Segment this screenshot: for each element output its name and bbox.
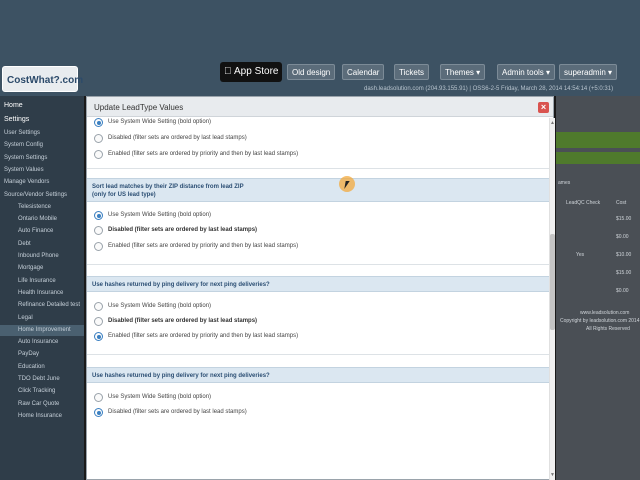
radio-button[interactable] [94,302,103,311]
section-label: Sort lead matches by their ZIP distance … [92,184,244,190]
divider [87,264,549,265]
green-bar-2 [556,152,640,164]
section-header-ping-hashes-2: Use hashes returned by ping delivery for… [87,367,549,383]
radio-button[interactable] [94,118,103,127]
sidebar-item[interactable]: System Settings [0,153,84,164]
sidebar-item[interactable]: Education [0,362,84,373]
option-label: Use System Wide Setting (bold option) [108,303,212,309]
sidebar-item[interactable]: Home [0,100,84,111]
divider [87,168,549,169]
cost-cell: $0.00 [616,288,629,294]
cost-cell: $0.00 [616,234,629,240]
section-label: Use hashes returned by ping delivery for… [92,373,270,379]
sidebar-item[interactable]: Raw Car Quote [0,399,84,410]
sidebar-item[interactable]: System Config [0,140,84,151]
apple-icon:  [224,66,232,77]
radio-button[interactable] [94,317,103,326]
admin-tools-button[interactable]: Admin tools ▾ [497,64,556,80]
sidebar-item[interactable]: System Values [0,165,84,176]
sidebar-item[interactable]: Click Tracking [0,386,84,397]
option-label: Disabled (filter sets are ordered by las… [108,409,247,415]
cost-cell: $15.00 [616,270,632,276]
option-label: Use System Wide Setting (bold option) [108,212,212,218]
sidebar-item[interactable]: Health Insurance [0,288,84,299]
sidebar-item[interactable]: Manage Vendors [0,177,84,188]
option-label: Disabled (filter sets are ordered by las… [108,318,258,324]
radio-button[interactable] [94,134,103,143]
option-label: Use System Wide Setting (bold option) [108,394,212,400]
sidebar-item[interactable]: User Settings [0,128,84,139]
tickets-button[interactable]: Tickets [394,64,430,80]
leadqc-header: LeadQC Check [566,200,601,206]
modal-header: Update LeadType Values × [87,97,553,117]
divider [87,354,549,355]
cost-header: Cost [616,200,627,206]
option-label: Enabled (filter sets are ordered by prio… [108,333,299,339]
cost-cell: $15.00 [616,216,632,222]
tab-label: ames [558,180,571,186]
radio-button[interactable] [94,332,103,341]
old-design-button[interactable]: Old design [287,64,336,80]
top-bar: CostWhat?.com App Store Old design Cale… [0,0,640,96]
radio-button[interactable] [94,393,103,402]
sidebar-item[interactable]: Home Improvement [0,324,84,336]
sidebar-item[interactable]: Settings [0,114,84,125]
app-store-button[interactable]: App Store [220,62,282,82]
sidebar-item[interactable]: Telesistence [0,202,84,213]
yes-cell: Yes [576,252,585,258]
modal-title: Update LeadType Values [94,103,184,112]
sidebar-item[interactable]: Legal [0,313,84,324]
option-label: Enabled (filter sets are ordered by prio… [108,151,299,157]
right-pane: ames LeadQC Check Cost $15.00 $0.00 Yes … [556,96,640,480]
green-bar [556,132,640,148]
cost-cell: $10.00 [616,252,632,258]
footer-line: Copyright by leadsolution.com 2014 [560,318,640,324]
footer-line: All Rights Reserved [586,326,630,332]
sidebar-item[interactable]: Life Insurance [0,276,84,287]
sidebar-item[interactable]: Source/Vendor Settings [0,190,84,201]
radio-button[interactable] [94,226,103,235]
section-header-ping-hashes: Use hashes returned by ping delivery for… [87,276,549,292]
option-label: Use System Wide Setting (bold option) [108,119,212,125]
option-label: Enabled (filter sets are ordered by prio… [108,243,299,249]
radio-button[interactable] [94,211,103,220]
calendar-button[interactable]: Calendar [342,64,385,80]
sidebar-item[interactable]: Auto Insurance [0,337,84,348]
sidebar-item[interactable]: TDO Debt June [0,374,84,385]
radio-button[interactable] [94,408,103,417]
section-sublabel: (only for US lead type) [92,192,156,198]
sidebar-item[interactable]: Mortgage [0,263,84,274]
sidebar-item[interactable]: Debt [0,239,84,250]
radio-button[interactable] [94,242,103,251]
sidebar-item[interactable]: Inbound Phone [0,251,84,262]
section-label: Use hashes returned by ping delivery for… [92,282,270,288]
scroll-up-icon[interactable]: ▲ [550,120,555,126]
logo[interactable]: CostWhat?.com [2,66,83,92]
server-info: dash.leadsolution.com (204.93.155.91) | … [364,86,614,92]
section-header-zip-sort: Sort lead matches by their ZIP distance … [87,178,549,202]
sidebar-item[interactable]: Refinance Detailed test [0,300,84,311]
sidebar-item[interactable]: Home Insurance [0,411,84,422]
update-leadtype-modal: Update LeadType Values × Use System Wide… [86,96,555,480]
option-label: Disabled (filter sets are ordered by las… [108,135,247,141]
themes-button[interactable]: Themes ▾ [440,64,486,80]
scroll-thumb[interactable] [550,234,555,330]
option-label: Disabled (filter sets are ordered by las… [108,227,258,233]
close-icon[interactable]: × [538,102,549,113]
modal-body: Use System Wide Setting (bold option) Di… [87,118,553,480]
modal-scrollbar[interactable]: ▲ ▼ [549,118,555,480]
sidebar-item[interactable]: Auto Finance [0,226,84,237]
footer-line: www.leadsolution.com [580,310,630,316]
sidebar-item[interactable]: Ontario Mobile [0,214,84,225]
app-store-label: App Store [234,66,279,79]
user-menu-button[interactable]: superadmin ▾ [559,64,618,80]
radio-button[interactable] [94,150,103,159]
scroll-down-icon[interactable]: ▼ [550,472,555,478]
sidebar-item[interactable]: PayDay [0,349,84,360]
sidebar: Home Settings User Settings System Config Sy… [0,96,84,480]
